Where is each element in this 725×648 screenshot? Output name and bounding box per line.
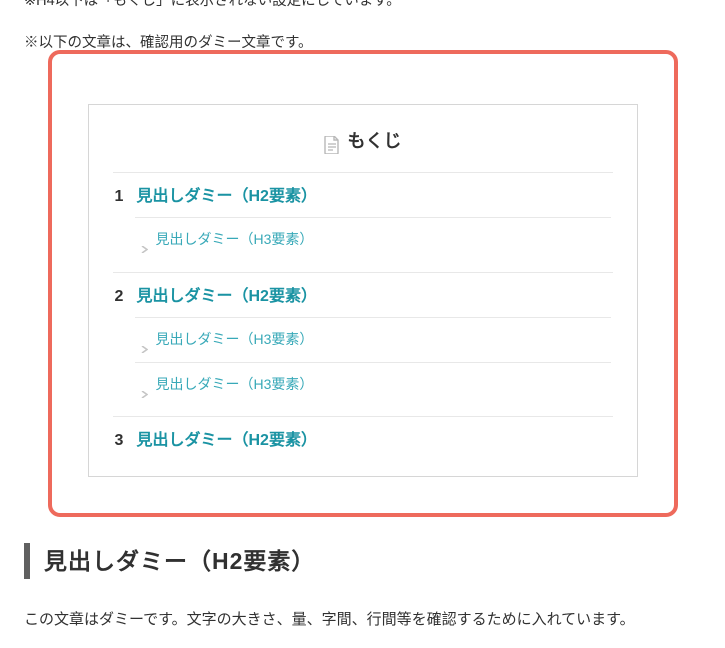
toc-subitem-label: 見出しダミー（H3要素） bbox=[156, 227, 314, 252]
toc-subitem-label: 見出しダミー（H3要素） bbox=[156, 327, 314, 352]
chevron-right-icon bbox=[141, 236, 148, 243]
toc-item-number bbox=[115, 427, 127, 456]
toc-link-h3[interactable]: 見出しダミー（H3要素） bbox=[135, 217, 611, 261]
toc-box: もくじ 見出しダミー（H2要素） bbox=[88, 104, 638, 476]
toc-item-h2: 見出しダミー（H2要素） 見出しダミー（H3要素） bbox=[113, 172, 613, 272]
h2-heading: 見出しダミー（H2要素） bbox=[24, 541, 701, 582]
toc-link-h2[interactable]: 見出しダミー（H2要素） bbox=[115, 427, 611, 456]
h2-heading-text: 見出しダミー（H2要素） bbox=[44, 541, 315, 582]
chevron-right-icon bbox=[141, 381, 148, 388]
toc-item-number bbox=[115, 183, 127, 212]
chevron-right-icon bbox=[141, 336, 148, 343]
toc-item-label: 見出しダミー（H2要素） bbox=[137, 283, 317, 312]
toc-sublist: 見出しダミー（H3要素） bbox=[115, 217, 611, 261]
toc-title-row: もくじ bbox=[113, 125, 613, 157]
toc-title-text: もくじ bbox=[348, 125, 402, 157]
toc-item-h2: 見出しダミー（H2要素） 見出しダミー（H3要素） bbox=[113, 272, 613, 416]
highlight-frame: もくじ 見出しダミー（H2要素） bbox=[48, 50, 678, 516]
toc-subitem-label: 見出しダミー（H3要素） bbox=[156, 372, 314, 397]
h2-accent-bar bbox=[24, 543, 30, 579]
toc-link-h2[interactable]: 見出しダミー（H2要素） bbox=[115, 183, 611, 212]
toc-link-h2[interactable]: 見出しダミー（H2要素） bbox=[115, 283, 611, 312]
toc-sublist: 見出しダミー（H3要素） 見出しダミー（H3要素） bbox=[115, 317, 611, 405]
toc-link-h3[interactable]: 見出しダミー（H3要素） bbox=[135, 362, 611, 406]
toc-list: 見出しダミー（H2要素） 見出しダミー（H3要素） bbox=[113, 172, 613, 470]
document-icon bbox=[324, 132, 340, 150]
toc-item-label: 見出しダミー（H2要素） bbox=[137, 183, 317, 212]
h2-section: 見出しダミー（H2要素） bbox=[24, 541, 701, 582]
toc-item-h2: 見出しダミー（H2要素） bbox=[113, 416, 613, 470]
note-h4-setting: ※H4以下は「もくじ」に表示されない設定にしています。 bbox=[24, 0, 701, 14]
toc-link-h3[interactable]: 見出しダミー（H3要素） bbox=[135, 317, 611, 361]
toc-item-number bbox=[115, 283, 127, 312]
toc-item-label: 見出しダミー（H2要素） bbox=[137, 427, 317, 456]
body-paragraph: この文章はダミーです。文字の大きさ、量、字間、行間等を確認するために入れています… bbox=[24, 606, 701, 633]
